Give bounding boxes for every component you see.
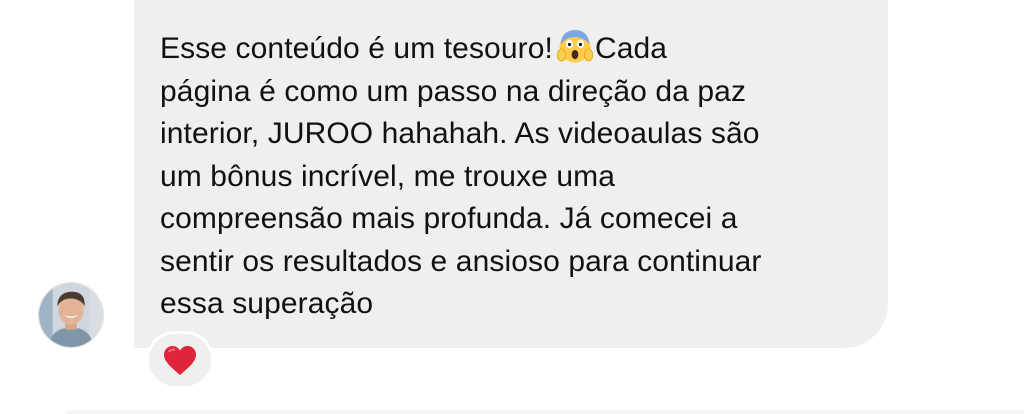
message-line: Esse conteúdo é um tesouro! Cada (160, 28, 870, 71)
divider (66, 410, 1024, 414)
message-line-text: Cada (594, 32, 668, 65)
sender-avatar[interactable] (38, 282, 104, 348)
message-line: página é como um passo na direção da paz (160, 74, 747, 108)
message-line: interior, JUROO hahahah. As videoaulas s… (160, 117, 760, 150)
red-heart-icon (164, 345, 196, 375)
message-line: um bônus incrível, me trouxe uma (160, 159, 616, 193)
message-line: sentir os resultados e ansioso para cont… (160, 244, 762, 278)
avatar-photo (39, 283, 103, 347)
face-screaming-in-fear-icon (556, 30, 593, 63)
reaction-badge[interactable] (146, 331, 214, 389)
message-bubble[interactable]: Esse conteúdo é um tesouro! Cada página … (134, 0, 888, 348)
message-line: compreensão mais profunda. Já comecei a (160, 202, 738, 235)
message-text: Esse conteúdo é um tesouro! Cada página … (160, 28, 870, 326)
message-line: essa superação (160, 287, 374, 320)
message-line-text: Esse conteúdo é um tesouro! (160, 32, 553, 65)
